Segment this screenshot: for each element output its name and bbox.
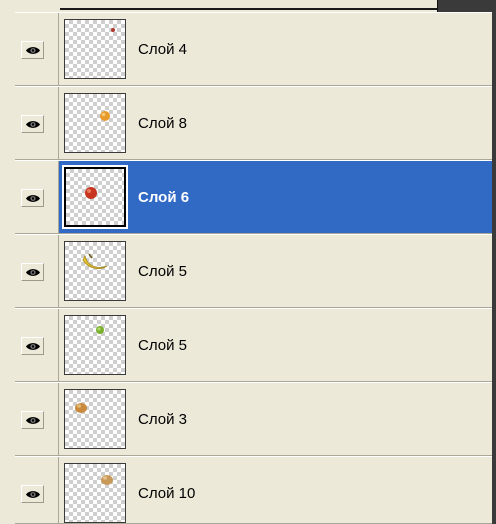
eye-icon (26, 343, 40, 350)
visibility-cell[interactable] (15, 87, 59, 159)
small-red-speck-image (111, 28, 115, 32)
layer-content[interactable]: Слой 5 (59, 235, 492, 307)
eye-icon (26, 269, 40, 276)
visibility-cell[interactable] (15, 457, 59, 523)
green-fruit-image (96, 326, 104, 334)
layer-name: Слой 5 (138, 337, 187, 354)
layer-thumbnail (64, 19, 126, 79)
layer-row[interactable]: Слой 8 (15, 86, 492, 160)
visibility-toggle[interactable] (21, 485, 44, 503)
visibility-cell[interactable] (15, 13, 59, 85)
visibility-toggle[interactable] (21, 189, 44, 207)
red-apple-image (85, 187, 97, 199)
layers-panel: Слой 4 Слой 8 Слой 6 Слой 5 Слой 5 Слой … (0, 0, 496, 524)
eye-icon (26, 417, 40, 424)
visibility-cell[interactable] (15, 383, 59, 455)
visibility-toggle[interactable] (21, 411, 44, 429)
layer-content[interactable]: Слой 5 (59, 309, 492, 381)
layer-row[interactable]: Слой 5 (15, 234, 492, 308)
tan-fruit-image (101, 475, 113, 485)
panel-left-edge (0, 0, 15, 524)
eye-icon (26, 121, 40, 128)
layer-row[interactable]: Слой 3 (15, 382, 492, 456)
layer-content[interactable]: Слой 3 (59, 383, 492, 455)
visibility-toggle[interactable] (21, 115, 44, 133)
layer-name: Слой 6 (138, 189, 190, 206)
visibility-toggle[interactable] (21, 337, 44, 355)
layer-thumbnail (62, 165, 128, 229)
layer-content[interactable]: Слой 6 (59, 161, 492, 233)
layer-row[interactable]: Слой 10 (15, 456, 492, 524)
layer-name: Слой 5 (138, 263, 187, 280)
layer-row[interactable]: Слой 5 (15, 308, 492, 382)
visibility-toggle[interactable] (21, 41, 44, 59)
layer-name: Слой 4 (138, 41, 187, 58)
layer-thumbnail (64, 463, 126, 523)
eye-icon (26, 195, 40, 202)
layer-name: Слой 8 (138, 115, 187, 132)
visibility-cell[interactable] (15, 309, 59, 381)
brown-fruit-image (75, 403, 87, 413)
layer-thumbnail (64, 241, 126, 301)
eye-icon (26, 47, 40, 54)
eye-icon (26, 491, 40, 498)
layer-row-selected[interactable]: Слой 6 (15, 160, 492, 234)
layer-content[interactable]: Слой 8 (59, 87, 492, 159)
layer-content[interactable]: Слой 4 (59, 13, 492, 85)
visibility-cell[interactable] (15, 235, 59, 307)
visibility-toggle[interactable] (21, 263, 44, 281)
layer-name: Слой 3 (138, 411, 187, 428)
panel-top-border (60, 0, 437, 10)
panel-right-edge (492, 15, 496, 524)
layer-thumbnail (64, 389, 126, 449)
layer-content[interactable]: Слой 10 (59, 457, 492, 523)
layer-thumbnail (64, 93, 126, 153)
visibility-cell[interactable] (15, 161, 59, 233)
orange-fruit-image (100, 111, 110, 121)
banana-image (82, 253, 108, 269)
layer-name: Слой 10 (138, 485, 196, 502)
layer-row[interactable]: Слой 4 (15, 12, 492, 86)
layer-thumbnail (64, 315, 126, 375)
